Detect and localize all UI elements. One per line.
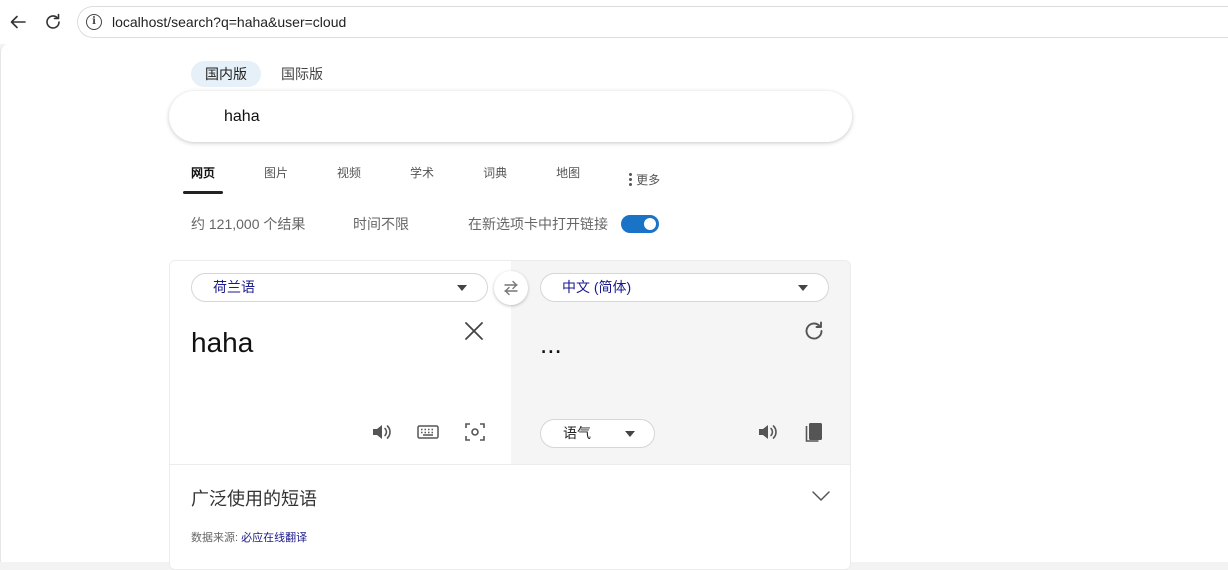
caret-down-icon [457,285,467,291]
region-tab-domestic[interactable]: 国内版 [191,61,261,87]
translator-card: 荷兰语 haha 中文 (简体) ... 语气 广泛使用的短语 数据来源: 必应… [169,260,851,570]
back-arrow-icon[interactable] [6,10,30,34]
new-tab-label: 在新选项卡中打开链接 [468,216,608,232]
tone-select[interactable]: 语气 [540,419,655,448]
search-scope-tabs: 网页 图片 视频 学术 词典 地图 更多 [183,154,701,194]
target-language-label: 中文 (简体) [562,279,632,295]
swap-languages-icon[interactable] [494,271,528,305]
address-url[interactable]: localhost/search?q=haha&user=cloud [112,14,346,30]
common-phrases-title[interactable]: 广泛使用的短语 [191,485,317,511]
caret-down-icon [625,431,635,437]
camera-scan-icon[interactable] [462,419,488,445]
clear-icon[interactable] [462,319,486,343]
target-language-select[interactable]: 中文 (简体) [540,273,829,302]
site-info-icon[interactable]: i [86,14,102,30]
data-source-prefix: 数据来源: [191,532,239,544]
region-tab-international[interactable]: 国际版 [267,61,337,87]
time-filter[interactable]: 时间不限 [353,214,468,234]
new-tab-toggle[interactable] [621,215,659,233]
keyboard-icon[interactable] [415,419,441,445]
scope-more-label: 更多 [636,172,661,187]
scope-tab-images[interactable]: 图片 [256,154,296,194]
reload-icon[interactable] [41,10,65,34]
speaker-icon[interactable] [369,419,395,445]
results-meta: 约 121,000 个结果 时间不限 在新选项卡中打开链接 [191,214,659,234]
result-count: 约 121,000 个结果 [191,216,306,232]
refresh-icon[interactable] [802,319,826,343]
scope-tab-web[interactable]: 网页 [183,154,224,194]
search-results-page: 国内版 国际版 网页 图片 视频 学术 词典 地图 更多 约 121,000 个… [0,44,1228,570]
data-source-link[interactable]: 必应在线翻译 [241,532,307,544]
caret-down-icon [798,285,808,291]
source-text[interactable]: haha [191,327,253,359]
scope-tab-videos[interactable]: 视频 [329,154,369,194]
scope-tab-dictionary[interactable]: 词典 [475,154,515,194]
source-language-select[interactable]: 荷兰语 [191,273,488,302]
tone-label: 语气 [563,425,591,441]
browser-toolbar: i localhost/search?q=haha&user=cloud [0,0,1228,44]
source-pane: 荷兰语 haha [170,261,511,464]
speaker-icon[interactable] [755,419,781,445]
copy-icon[interactable] [801,419,827,445]
search-box[interactable] [169,91,852,142]
more-dots-icon [629,172,633,186]
scope-tab-maps[interactable]: 地图 [548,154,588,194]
source-language-label: 荷兰语 [213,279,255,295]
card-divider [170,464,850,465]
chevron-down-icon[interactable] [810,485,832,507]
region-tabs: 国内版 国际版 [191,61,337,87]
target-pane: 中文 (简体) ... 语气 [511,261,850,464]
scope-tab-academic[interactable]: 学术 [402,154,442,194]
translated-text: ... [540,329,562,359]
scope-tab-more[interactable]: 更多 [621,154,668,194]
search-input[interactable] [224,107,784,126]
data-source: 数据来源: 必应在线翻译 [191,529,307,545]
address-bar[interactable]: i localhost/search?q=haha&user=cloud [77,6,1228,38]
